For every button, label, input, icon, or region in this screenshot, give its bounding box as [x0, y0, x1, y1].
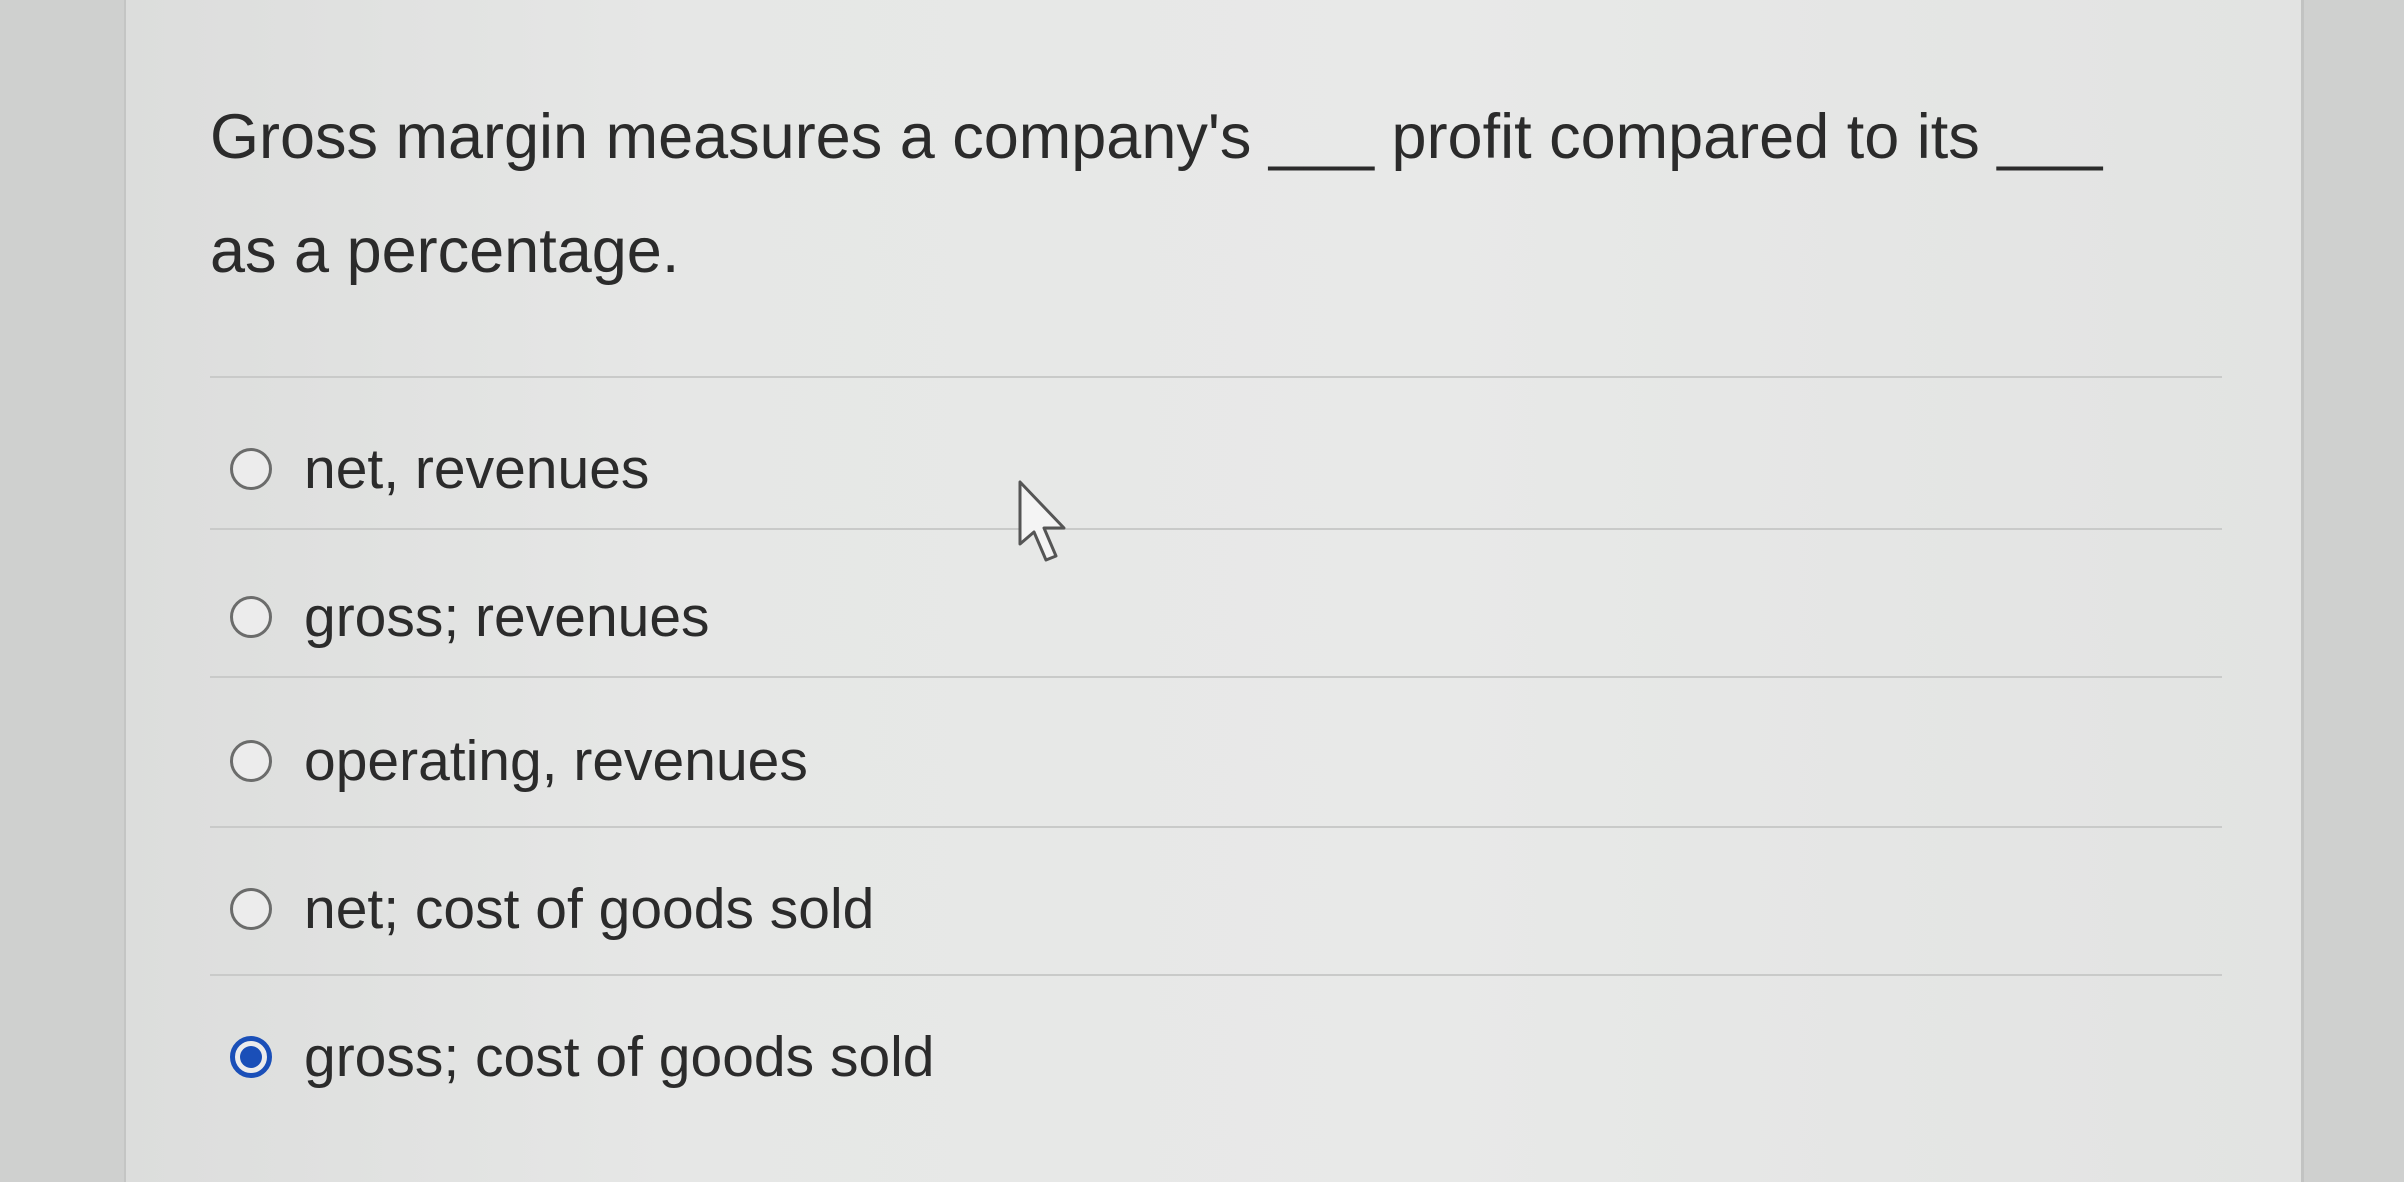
radio-button[interactable]: [230, 740, 272, 782]
option-label: net, revenues: [304, 437, 650, 501]
divider: [210, 974, 2222, 976]
option-net-cogs[interactable]: net; cost of goods sold: [230, 864, 874, 954]
option-net-revenues[interactable]: net, revenues: [230, 424, 649, 514]
mouse-pointer-icon: [1018, 480, 1066, 562]
option-operating-revenues[interactable]: operating, revenues: [230, 716, 808, 806]
question-text: Gross margin measures a company's ___ pr…: [210, 80, 2210, 308]
question-line-2: as a percentage.: [210, 216, 680, 286]
divider: [210, 528, 2222, 530]
radio-button-selected[interactable]: [230, 1036, 272, 1078]
divider: [210, 376, 2222, 378]
divider: [210, 826, 2222, 828]
question-line-1: Gross margin measures a company's ___ pr…: [210, 102, 2103, 172]
option-label: gross; cost of goods sold: [304, 1025, 935, 1089]
option-label: net; cost of goods sold: [304, 877, 875, 941]
option-gross-revenues[interactable]: gross; revenues: [230, 572, 710, 662]
radio-button[interactable]: [230, 596, 272, 638]
divider: [210, 676, 2222, 678]
option-label: operating, revenues: [304, 729, 808, 793]
radio-button[interactable]: [230, 448, 272, 490]
radio-button[interactable]: [230, 888, 272, 930]
option-gross-cogs[interactable]: gross; cost of goods sold: [230, 1012, 935, 1102]
option-label: gross; revenues: [304, 585, 710, 649]
